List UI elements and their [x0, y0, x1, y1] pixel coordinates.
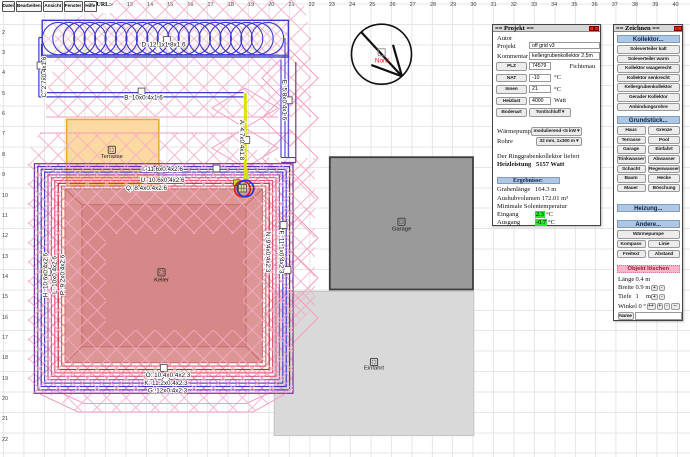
- svg-text:F: 11.1x0.4x2.3: F: 11.1x0.4x2.3: [278, 231, 285, 274]
- svg-text:N: 9.4x0.4x2.3: N: 9.4x0.4x2.3: [264, 232, 271, 273]
- svg-text:A: 4.7x0.4x1.8: A: 4.7x0.4x1.8: [238, 120, 245, 161]
- svg-text:I: 11.6x0.4x2.6: I: 11.6x0.4x2.6: [142, 166, 183, 173]
- svg-text:K: 11.2x0.4x2.3: K: 11.2x0.4x2.3: [144, 380, 188, 387]
- svg-text:U: 10.6x0.4x2.6: U: 10.6x0.4x2.6: [140, 177, 185, 184]
- svg-text:O: 10.4x0.4x2.3: O: 10.4x0.4x2.3: [146, 372, 191, 379]
- svg-text:G: 12x0.4x2.3: G: 12x0.4x2.3: [148, 388, 188, 395]
- svg-text:C: 2.7x0.4x1.6: C: 2.7x0.4x1.6: [41, 56, 48, 97]
- svg-text:Einfahrt: Einfahrt: [364, 366, 384, 372]
- svg-text:Keller: Keller: [154, 278, 169, 284]
- svg-text:D: 12.1x1.8x1.6: D: 12.1x1.8x1.6: [141, 42, 186, 49]
- svg-text:L: 10x0.4x2.6: L: 10x0.4x2.6: [52, 256, 59, 294]
- svg-text:H: 10.6x0.4x2.6: H: 10.6x0.4x2.6: [43, 252, 50, 297]
- svg-text:Garage: Garage: [392, 227, 411, 233]
- svg-text:P: 9.2x0.4x2.6: P: 9.2x0.4x2.6: [60, 254, 67, 295]
- svg-text:E: 5.8x0.4x1.6: E: 5.8x0.4x1.6: [280, 80, 287, 121]
- svg-text:B: 10x0.4x1.6: B: 10x0.4x1.6: [124, 94, 163, 101]
- svg-text:Q: 8.4x0.4x2.6: Q: 8.4x0.4x2.6: [126, 185, 167, 192]
- svg-text:Terrasse: Terrasse: [101, 154, 123, 160]
- svg-text:Nord: Nord: [375, 58, 389, 65]
